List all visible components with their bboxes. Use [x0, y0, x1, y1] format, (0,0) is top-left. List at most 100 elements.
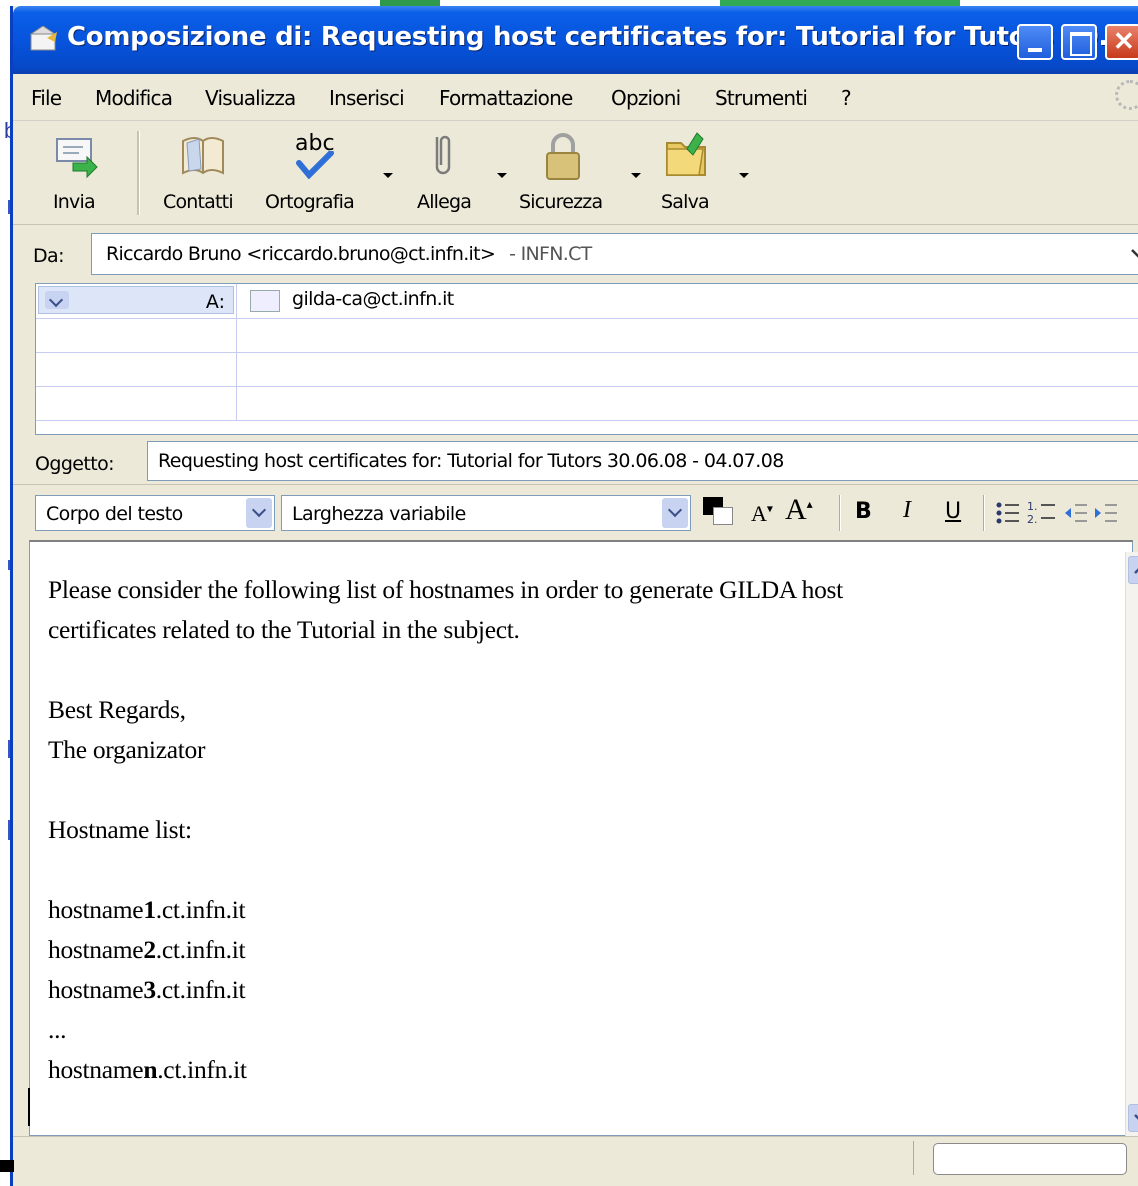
recipient-type-dropdown[interactable]: A: [38, 286, 234, 314]
scroll-down-button[interactable] [1128, 1104, 1138, 1132]
chevron-down-icon [246, 498, 272, 528]
recipient-type-cell [36, 318, 237, 352]
chevron-down-icon [45, 291, 69, 309]
recipient-row-empty[interactable] [36, 386, 1138, 421]
svg-text:1.: 1. [1027, 500, 1038, 513]
spelling-button[interactable]: abc Ortografia [259, 127, 399, 219]
status-separator [913, 1141, 914, 1175]
chevron-down-icon[interactable] [1128, 234, 1138, 274]
subject-input[interactable]: Requesting host certificates for: Tutori… [147, 441, 1138, 481]
from-value: Riccardo Bruno <riccardo.bruno@ct.infn.i… [106, 243, 592, 265]
font-select[interactable]: Larghezza variabile [281, 495, 691, 531]
save-folder-icon [666, 132, 706, 176]
format-toolbar: Corpo del testo Larghezza variabile A▾ A… [13, 484, 1138, 541]
background-color-icon [713, 507, 733, 525]
recipient-row: A: gilda-ca@ct.infn.it [36, 284, 1138, 319]
activity-throbber-icon [1115, 80, 1138, 110]
maximize-button[interactable] [1061, 24, 1097, 60]
paperclip-icon [435, 135, 451, 175]
menu-help[interactable]: ? [841, 86, 852, 110]
attach-dropdown-arrow[interactable] [497, 173, 507, 178]
close-button[interactable] [1105, 24, 1138, 60]
bullet-list-icon[interactable] [995, 501, 1021, 525]
recipient-address[interactable]: gilda-ca@ct.infn.it [292, 288, 454, 310]
save-dropdown-arrow[interactable] [739, 173, 749, 178]
recipient-row-empty[interactable] [36, 318, 1138, 353]
indent-icon[interactable] [1093, 501, 1119, 525]
menu-view[interactable]: Visualizza [205, 86, 296, 110]
status-pane [933, 1143, 1127, 1175]
menu-tools[interactable]: Strumenti [715, 86, 808, 110]
message-body-text: Please consider the following list of ho… [48, 570, 843, 1090]
bold-button[interactable]: B [855, 499, 872, 524]
body-line: The organizator [48, 735, 206, 764]
checkmark-icon [296, 151, 334, 179]
hostname-line: hostnamen.ct.infn.it [48, 1055, 247, 1084]
menu-insert[interactable]: Inserisci [329, 86, 405, 110]
attach-label: Allega [417, 191, 472, 213]
underline-button[interactable]: U [945, 499, 961, 524]
paragraph-style-select[interactable]: Corpo del testo [35, 495, 275, 531]
window-title: Composizione di: Requesting host certifi… [67, 22, 1137, 52]
send-label: Invia [53, 191, 96, 213]
subject-label: Oggetto: [35, 453, 115, 475]
main-toolbar: Invia Contatti abc Ortografia Allega Sic… [13, 120, 1138, 225]
chevron-up-icon [1134, 568, 1138, 574]
format-separator [983, 495, 985, 531]
spelling-label: Ortografia [265, 191, 355, 213]
format-separator [839, 495, 841, 531]
italic-button[interactable]: I [903, 497, 911, 524]
body-line [48, 770, 843, 810]
hostname-line: hostname3.ct.infn.it [48, 975, 246, 1004]
from-label: Da: [33, 245, 64, 267]
text-caret [28, 1088, 30, 1126]
message-body-editor[interactable]: Please consider the following list of ho… [29, 540, 1133, 1136]
larger-text-button[interactable]: A▴ [785, 493, 813, 527]
compose-mail-icon [29, 26, 57, 51]
chevron-down-icon [662, 498, 688, 528]
hostname-line: hostname2.ct.infn.it [48, 935, 246, 964]
recipient-type-cell [36, 352, 237, 386]
menu-edit[interactable]: Modifica [95, 86, 173, 110]
security-button[interactable]: Sicurezza [513, 127, 643, 219]
outdent-icon[interactable] [1063, 501, 1089, 525]
svg-text:2.: 2. [1027, 513, 1038, 525]
smaller-text-button[interactable]: A▾ [751, 501, 773, 527]
save-label: Salva [661, 191, 710, 213]
attach-button[interactable]: Allega [409, 127, 509, 219]
subject-value: Requesting host certificates for: Tutori… [158, 450, 784, 472]
from-select[interactable]: Riccardo Bruno <riccardo.bruno@ct.infn.i… [91, 233, 1138, 275]
toolbar-separator [137, 131, 140, 215]
hostname-line: hostname1.ct.infn.it [48, 895, 246, 924]
from-account: - INFN.CT [509, 243, 592, 265]
menu-file[interactable]: File [31, 86, 62, 110]
body-line: ... [48, 1015, 67, 1044]
menu-options[interactable]: Opzioni [611, 86, 681, 110]
save-button[interactable]: Salva [653, 127, 753, 219]
text-color-button[interactable] [703, 497, 739, 527]
numbered-list-icon[interactable]: 1. 2. [1027, 499, 1057, 525]
body-line: certificates related to the Tutorial in … [48, 615, 520, 644]
body-line [48, 650, 843, 690]
body-line: Best Regards, [48, 695, 186, 724]
address-book-icon [182, 137, 224, 175]
recipient-type-cell: A: [36, 284, 237, 318]
spelling-dropdown-arrow[interactable] [383, 173, 393, 178]
security-dropdown-arrow[interactable] [631, 173, 641, 178]
menu-format[interactable]: Formattazione [439, 86, 573, 110]
background-edge [0, 1160, 14, 1172]
scroll-up-button[interactable] [1128, 556, 1138, 584]
recipient-row-empty[interactable] [36, 352, 1138, 387]
minimize-button[interactable] [1017, 24, 1053, 60]
recipient-type-cell [36, 386, 237, 420]
body-scrollbar[interactable] [1125, 552, 1138, 1136]
message-header: Da: Riccardo Bruno <riccardo.bruno@ct.in… [13, 224, 1138, 485]
contacts-label: Contatti [163, 191, 234, 213]
compose-window: Composizione di: Requesting host certifi… [10, 6, 1138, 1186]
body-line [48, 850, 843, 890]
title-bar[interactable]: Composizione di: Requesting host certifi… [13, 6, 1138, 74]
body-line: Hostname list: [48, 815, 192, 844]
send-icon [56, 138, 98, 179]
contacts-button[interactable]: Contatti [153, 127, 253, 219]
send-button[interactable]: Invia [33, 127, 123, 219]
